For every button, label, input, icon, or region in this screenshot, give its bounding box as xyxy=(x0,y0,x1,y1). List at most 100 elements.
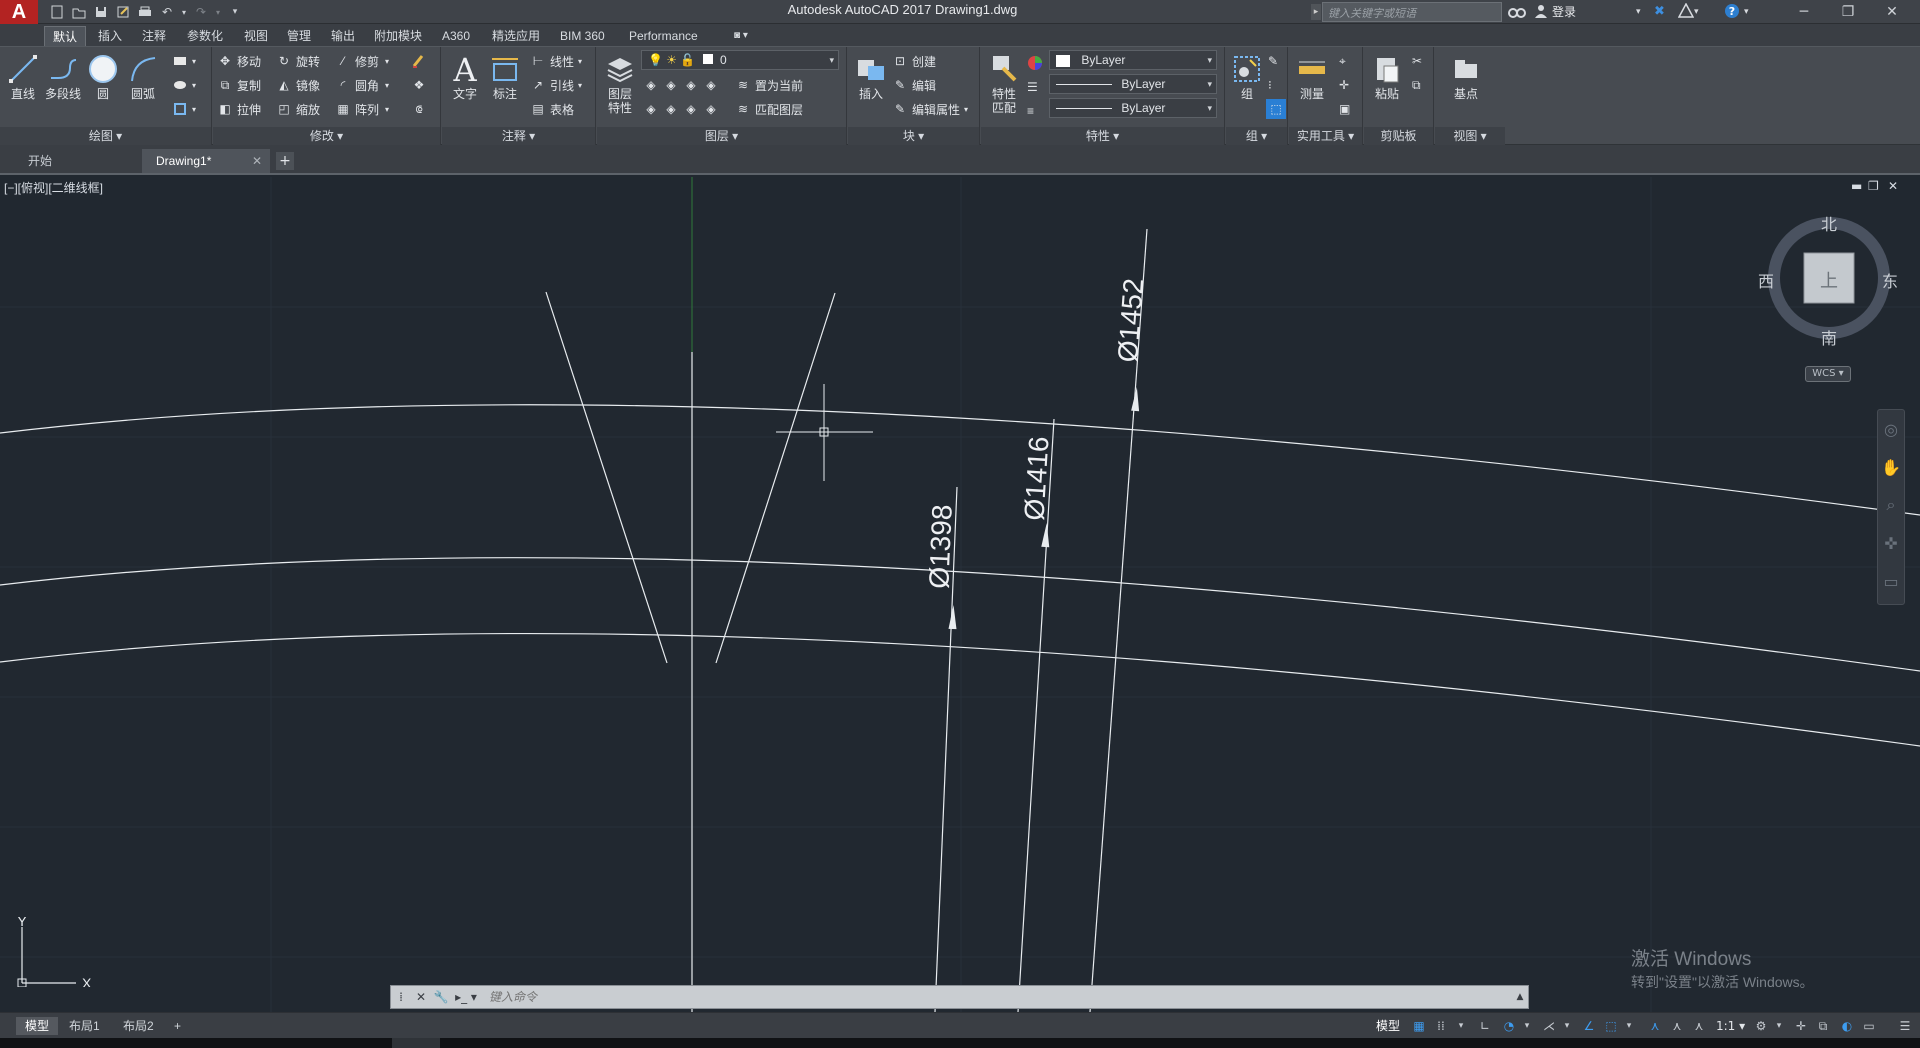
tab-view[interactable]: 视图 xyxy=(236,26,276,46)
annotation-scale-selector[interactable]: 1:1 ▾ xyxy=(1716,1017,1745,1035)
viewcube[interactable]: 北 南 东 西 上 xyxy=(1758,211,1898,348)
drawing-area[interactable]: Ø1452 Ø1416 Ø1398 [−][俯视][二维线框] ▬ ❐ ✕ 北 … xyxy=(0,177,1920,1012)
a360-dropdown-icon[interactable]: ▾ xyxy=(1694,3,1699,21)
group-button[interactable]: 组 xyxy=(1226,51,1268,123)
login-dropdown-icon[interactable]: ▾ xyxy=(1636,3,1641,21)
layer-off-icon[interactable]: ◈ xyxy=(643,77,659,93)
tab-addins[interactable]: 附加模块 xyxy=(366,26,430,46)
workspace-gear-icon[interactable]: ⚙ xyxy=(1752,1017,1770,1035)
linear-dimension-button[interactable]: ⊢ 线性 ▾ xyxy=(530,51,582,71)
arc-inner[interactable] xyxy=(0,632,1920,747)
dimension-text-1398[interactable]: Ø1398 xyxy=(923,504,957,589)
annotation-visibility-icon[interactable]: ⋏ xyxy=(1646,1017,1664,1035)
tab-performance[interactable]: Performance xyxy=(621,26,706,46)
grid-display-icon[interactable]: ▦ xyxy=(1410,1017,1428,1035)
tab-layout1[interactable]: 布局1 xyxy=(60,1017,109,1035)
ribbon-minimize-icon[interactable]: ◙ ▾ xyxy=(726,26,756,46)
ungroup-icon[interactable]: ✎ xyxy=(1268,51,1278,71)
cmdline-customize-icon[interactable]: 🔧 xyxy=(431,986,451,1008)
edit-attribute-dropdown-icon[interactable]: ▾ xyxy=(964,105,968,114)
tab-insert[interactable]: 插入 xyxy=(90,26,130,46)
cmdline-grip-icon[interactable]: ⁞ xyxy=(391,986,411,1008)
snap-mode-icon[interactable]: ⁞⁞ xyxy=(1432,1017,1450,1035)
search-input[interactable]: 键入关键字或短语 xyxy=(1322,2,1502,22)
linetype-dropdown[interactable]: ByLayer ▾ xyxy=(1049,74,1217,94)
annotation-monitor-icon[interactable]: ✛ xyxy=(1792,1017,1810,1035)
tab-drawing1[interactable]: Drawing1* ✕ xyxy=(142,149,270,173)
group-edit-icon[interactable]: ⁝ xyxy=(1268,75,1272,95)
mirror-button[interactable]: ◭ 镜像 xyxy=(276,75,320,95)
tab-home[interactable]: 默认 xyxy=(44,26,87,46)
dimension-button[interactable]: 标注 xyxy=(484,51,526,123)
edit-attribute-button[interactable]: ✎ 编辑属性 ▾ xyxy=(892,99,968,119)
dimension-text-1416[interactable]: Ø1416 xyxy=(1018,436,1054,522)
tab-layout2[interactable]: 布局2 xyxy=(114,1017,163,1035)
copy-button[interactable]: ⧉ 复制 xyxy=(217,75,261,95)
match-properties-button[interactable]: 特性 匹配 xyxy=(983,51,1025,123)
user-icon[interactable] xyxy=(1534,3,1548,21)
restore-icon[interactable]: ❐ xyxy=(1826,0,1870,24)
quick-select-icon[interactable]: ⌖ xyxy=(1339,51,1346,71)
steering-wheel-icon[interactable]: ◎ xyxy=(1878,410,1904,448)
units-icon[interactable]: ⧉ xyxy=(1814,1017,1832,1035)
viewport-restore-icon[interactable]: ❐ xyxy=(1868,179,1879,193)
boundary-dropdown-icon[interactable]: ▾ xyxy=(192,105,196,114)
modify-panel-title[interactable]: 修改 ▾ xyxy=(213,127,440,145)
group-selection-icon[interactable]: ⬚ xyxy=(1266,99,1286,119)
minimize-icon[interactable]: ─ xyxy=(1782,0,1826,24)
set-current-button[interactable]: ≋ 置为当前 xyxy=(735,75,803,95)
trim-dropdown-icon[interactable]: ▾ xyxy=(385,57,389,66)
draw-panel-title[interactable]: 绘图 ▾ xyxy=(0,127,211,145)
leader-dropdown-icon[interactable]: ▾ xyxy=(578,81,582,90)
layer-on-icon[interactable]: ◈ xyxy=(643,101,659,117)
layer-freeze-icon[interactable]: ◈ xyxy=(683,77,699,93)
trim-button[interactable]: ⁄ 修剪 ▾ xyxy=(335,51,389,71)
copy-clip-icon[interactable]: ⧉ xyxy=(1412,75,1421,95)
orbit-icon[interactable]: ✜ xyxy=(1878,524,1904,562)
new-tab-button[interactable]: + xyxy=(276,152,294,170)
auto-scale-icon[interactable]: ⋏ xyxy=(1668,1017,1686,1035)
fillet-dropdown-icon[interactable]: ▾ xyxy=(385,81,389,90)
match-layer-button[interactable]: ≋ 匹配图层 xyxy=(735,99,803,119)
stretch-button[interactable]: ◧ 拉伸 xyxy=(217,99,261,119)
tab-featured-apps[interactable]: 精选应用 xyxy=(484,26,548,46)
cmdline-recent-icon[interactable]: ▸_ ▾ xyxy=(451,986,481,1008)
erase-button[interactable] xyxy=(411,51,431,71)
osnap-dropdown-icon[interactable]: ▾ xyxy=(1620,1017,1638,1035)
object-snap-tracking-icon[interactable]: ∠ xyxy=(1580,1017,1598,1035)
layer-unisolate-icon[interactable]: ◈ xyxy=(663,101,679,117)
base-view-button[interactable]: 基点 xyxy=(1445,51,1487,123)
search-expand-icon[interactable]: ▸ xyxy=(1311,4,1321,20)
insert-block-button[interactable]: 插入 xyxy=(850,51,892,123)
viewport-minimize-icon[interactable]: ▬ xyxy=(1851,179,1862,193)
move-button[interactable]: ✥ 移动 xyxy=(217,51,261,71)
object-snap-icon[interactable]: ⬚ xyxy=(1602,1017,1620,1035)
wcs-menu[interactable]: WCS ▾ xyxy=(1805,366,1851,382)
workspace-dropdown-icon[interactable]: ▾ xyxy=(1770,1017,1788,1035)
block-panel-title[interactable]: 块 ▾ xyxy=(848,127,979,145)
circle-button[interactable]: 圆 xyxy=(82,51,124,123)
linear-dropdown-icon[interactable]: ▾ xyxy=(578,57,582,66)
v-line-right[interactable] xyxy=(715,292,836,664)
viewcube-west[interactable]: 西 xyxy=(1758,268,1774,292)
hatch-button[interactable]: ▾ xyxy=(172,75,196,95)
rectangle-dropdown-icon[interactable]: ▾ xyxy=(192,57,196,66)
tab-start[interactable]: 开始 xyxy=(14,149,142,173)
annotation-panel-title[interactable]: 注释 ▾ xyxy=(442,127,595,145)
cmdline-history-icon[interactable]: ▲ xyxy=(1512,992,1528,1002)
arc-button[interactable]: 圆弧 xyxy=(122,51,164,123)
leader-button[interactable]: ↗ 引线 ▾ xyxy=(530,75,582,95)
isometric-dropdown-icon[interactable]: ▾ xyxy=(1558,1017,1576,1035)
utilities-panel-title[interactable]: 实用工具 ▾ xyxy=(1289,127,1362,145)
tab-bim360[interactable]: BIM 360 xyxy=(552,26,613,46)
cmdline-close-icon[interactable]: ✕ xyxy=(411,986,431,1008)
rotate-button[interactable]: ↻ 旋转 xyxy=(276,51,320,71)
text-button[interactable]: A 文字 xyxy=(444,51,486,123)
close-icon[interactable]: ✕ xyxy=(1870,0,1914,24)
viewcube-north[interactable]: 北 xyxy=(1821,211,1837,235)
point-id-icon[interactable]: ✛ xyxy=(1339,75,1349,95)
tab-close-icon[interactable]: ✕ xyxy=(252,149,262,173)
polyline-button[interactable]: 多段线 xyxy=(42,51,84,123)
boundary-button[interactable]: ▾ xyxy=(172,99,196,119)
color-dropdown[interactable]: ByLayer ▾ xyxy=(1049,50,1217,70)
